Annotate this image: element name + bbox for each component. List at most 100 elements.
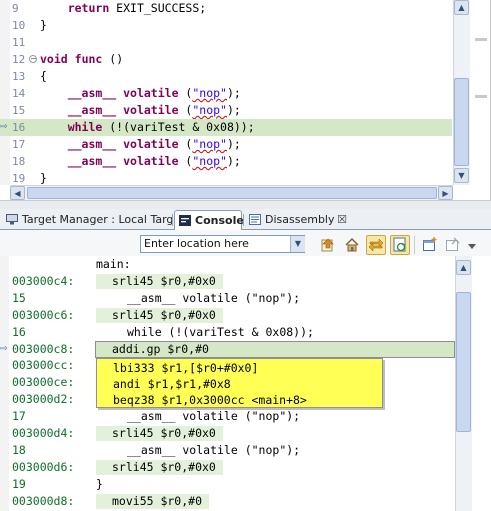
instruction-text: srli45 $r0,#0x0 <box>112 426 216 440</box>
editor-scroll-thumb[interactable] <box>454 78 469 166</box>
source-line[interactable]: 14 __asm__ volatile ("nop"); <box>0 85 452 102</box>
refresh-button[interactable] <box>390 235 410 255</box>
source-row[interactable]: 19} <box>0 476 455 493</box>
scroll-down-arrow-icon[interactable]: ▼ <box>454 168 469 183</box>
go-button[interactable] <box>318 235 338 255</box>
instruction-row[interactable]: 003000c6: srli45 $r0,#0x0 <box>0 307 455 324</box>
source-code: return EXIT_SUCCESS; <box>67 1 207 15</box>
instruction-address: 003000d4: <box>12 426 75 440</box>
source-line-number: 19 <box>12 477 26 491</box>
source-line-number: 16 <box>12 325 26 339</box>
source-line-number: 17 <box>12 409 26 423</box>
toolbar-menu-icon[interactable] <box>468 240 476 249</box>
source-row[interactable]: 16 while (!(variTest & 0x08)); <box>0 324 455 341</box>
instruction-text: addi.gp $r0,#0 <box>112 342 209 356</box>
source-line[interactable]: 18 __asm__ volatile ("nop"); <box>0 153 452 170</box>
instruction-address: 003000c4: <box>12 274 75 288</box>
disassembly-overview-ruler[interactable] <box>472 256 491 511</box>
tooltip-line: andi $r1,$r1,#0x8 <box>113 377 231 391</box>
disassembly-scroll-thumb[interactable] <box>456 292 471 432</box>
tab-divider <box>172 214 173 226</box>
tab-label: Target Manager : Local Targets <box>22 213 191 226</box>
link-with-editor-button[interactable] <box>366 235 386 255</box>
source-text: } <box>96 477 103 491</box>
current-instruction-row[interactable]: ⇨ 003000c8: addi.gp $r0,#0 <box>0 341 455 358</box>
source-row[interactable]: 15 __asm__ volatile ("nop"); <box>0 290 455 307</box>
fold-toggle-icon[interactable]: − <box>29 55 37 63</box>
tab-divider <box>243 214 244 226</box>
source-line-number: 18 <box>12 443 26 457</box>
source-row[interactable]: 18 __asm__ volatile ("nop"); <box>0 442 455 459</box>
overview-mark[interactable] <box>475 38 487 41</box>
scroll-up-arrow-icon[interactable]: ▲ <box>454 0 469 15</box>
source-code: { <box>40 69 47 83</box>
tooltip-line: lbi333 $r1,[$r0+#0x0] <box>113 361 259 375</box>
overview-ruler[interactable] <box>472 0 490 185</box>
tab-target-manager[interactable]: Target Manager : Local Targets <box>2 210 190 230</box>
source-line[interactable]: 10} <box>0 17 452 34</box>
tab-label: Disassembly <box>265 213 335 226</box>
source-text: while (!(variTest & 0x08)); <box>127 325 314 339</box>
instruction-text: srli45 $r0,#0x0 <box>112 460 216 474</box>
editor-hscroll-thumb[interactable] <box>27 187 437 199</box>
source-code: } <box>40 18 47 32</box>
instruction-hover-tooltip: lbi333 $r1,[$r0+#0x0] andi $r1,$r1,#0x8 … <box>96 358 383 408</box>
instruction-row[interactable]: 003000d4: srli45 $r0,#0x0 <box>0 425 455 442</box>
line-number: 15 <box>12 104 26 117</box>
line-number: 10 <box>12 19 26 32</box>
source-editor[interactable]: 9 return EXIT_SUCCESS; 10} 11 12− void func … <box>0 0 491 200</box>
source-code: __asm__ volatile ("nop"); <box>67 86 241 100</box>
source-line[interactable]: 9 return EXIT_SUCCESS; <box>0 0 452 17</box>
go-icon <box>321 238 334 252</box>
overview-mark[interactable] <box>475 95 487 98</box>
instruction-row[interactable]: 003000d6: srli45 $r0,#0x0 <box>0 459 455 476</box>
instruction-text: srli45 $r0,#0x0 <box>112 274 216 288</box>
source-line[interactable]: 11 <box>0 34 452 51</box>
source-line[interactable]: 15 __asm__ volatile ("nop"); <box>0 102 452 119</box>
target-manager-icon <box>6 214 18 225</box>
scroll-up-arrow-icon[interactable]: ▲ <box>456 260 471 275</box>
pane-separator[interactable] <box>0 200 491 209</box>
source-line[interactable]: 17 __asm__ volatile ("nop"); <box>0 136 452 153</box>
line-number: 16 <box>12 121 26 134</box>
tab-label: Console <box>195 214 244 227</box>
source-row[interactable]: 17 __asm__ volatile ("nop"); <box>0 408 455 425</box>
chevron-down-icon[interactable]: ▼ <box>290 236 305 252</box>
source-text: __asm__ volatile ("nop"); <box>127 409 301 423</box>
pin-view-button[interactable] <box>443 235 463 255</box>
console-icon <box>179 215 191 226</box>
instruction-address: 003000d2: <box>12 392 75 406</box>
tab-console[interactable]: Console <box>174 210 244 230</box>
instruction-row[interactable]: 003000c4: srli45 $r0,#0x0 <box>0 273 455 290</box>
scroll-left-arrow-icon[interactable]: ◀ <box>10 186 25 200</box>
source-code: while (!(variTest & 0x08)); <box>67 120 255 134</box>
scroll-right-arrow-icon[interactable]: ▶ <box>438 186 453 200</box>
location-input[interactable]: Enter location here <box>140 235 305 253</box>
instruction-pointer-icon: ⇨ <box>0 344 8 354</box>
source-line[interactable]: 13 { <box>0 68 452 85</box>
new-view-icon <box>423 237 437 251</box>
instruction-row[interactable]: 003000d8: movi55 $r0,#0 <box>0 493 455 510</box>
editor-vertical-scrollbar[interactable]: ▲ ▼ <box>453 0 470 185</box>
disassembly-vertical-scrollbar[interactable]: ▲ <box>455 256 472 511</box>
current-source-line[interactable]: ⇨ 16 while (!(variTest & 0x08)); <box>0 119 452 136</box>
line-number: 14 <box>12 87 26 100</box>
home-button[interactable] <box>342 235 362 255</box>
sync-icon <box>368 238 384 252</box>
line-number: 18 <box>12 155 26 168</box>
close-icon[interactable]: ☒ <box>337 210 347 229</box>
instruction-row[interactable]: main: <box>0 256 455 273</box>
tab-disassembly[interactable]: Disassembly ☒ <box>245 210 351 230</box>
function-label: main: <box>96 257 131 271</box>
instruction-address: 003000c8: <box>12 342 75 356</box>
new-view-button[interactable] <box>420 235 440 255</box>
editor-horizontal-scrollbar[interactable]: ◀ ▶ <box>10 185 453 200</box>
source-text: __asm__ volatile ("nop"); <box>127 443 301 457</box>
instruction-address: 003000c6: <box>12 308 75 322</box>
source-line[interactable]: 12− void func () <box>0 51 452 68</box>
instruction-address: 003000d6: <box>12 460 75 474</box>
source-code: __asm__ volatile ("nop"); <box>67 103 241 117</box>
source-line-number: 15 <box>12 291 26 305</box>
source-code: __asm__ volatile ("nop"); <box>67 154 241 168</box>
view-tab-bar: Target Manager : Local Targets Console D… <box>0 209 491 433</box>
